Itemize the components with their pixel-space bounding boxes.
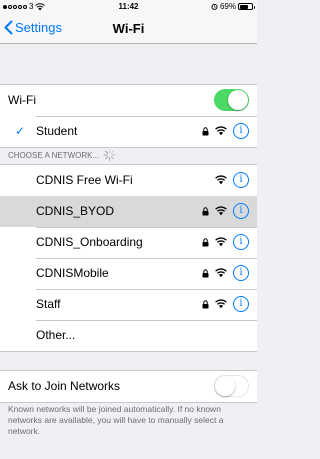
- wifi-strength-icon: [215, 237, 227, 247]
- info-icon[interactable]: i: [233, 172, 249, 188]
- current-network-name: Student: [36, 124, 78, 138]
- network-name: CDNIS Free Wi-Fi: [36, 173, 133, 187]
- info-icon[interactable]: i: [233, 296, 249, 312]
- battery-icon: [238, 3, 255, 10]
- network-name: CDNIS_BYOD: [36, 204, 115, 218]
- page-title: Wi-Fi: [112, 21, 145, 36]
- lock-icon: [202, 126, 209, 135]
- wifi-toggle-row: Wi-Fi: [0, 85, 257, 116]
- battery-area: 69%: [211, 2, 255, 11]
- wifi-toggle-label: Wi-Fi: [8, 93, 36, 107]
- other-network-label: Other...: [36, 328, 76, 342]
- lock-icon: [202, 237, 209, 246]
- info-icon[interactable]: i: [233, 265, 249, 281]
- lock-icon: [202, 299, 209, 308]
- wifi-strength-icon: [215, 268, 227, 278]
- wifi-strength-icon: [215, 299, 227, 309]
- network-row[interactable]: CDNIS_BYOD i: [0, 196, 257, 227]
- choose-network-label: CHOOSE A NETWORK...: [8, 150, 100, 160]
- network-name: CDNISMobile: [36, 266, 109, 280]
- network-name: Staff: [36, 297, 61, 311]
- status-bar: 3 11:42 69%: [0, 0, 257, 13]
- alarm-clock-icon: [211, 3, 218, 10]
- other-network-row[interactable]: Other...: [0, 320, 257, 351]
- loading-spinner-icon: [103, 149, 116, 161]
- network-row[interactable]: CDNISMobile i: [0, 258, 257, 289]
- network-name: CDNIS_Onboarding: [36, 235, 143, 249]
- wifi-settings-group: Wi-Fi ✓ Student i: [0, 84, 257, 148]
- battery-percent: 69%: [219, 2, 236, 11]
- wifi-strength-icon: [215, 206, 227, 216]
- ask-to-join-footer: Known networks will be joined automatica…: [8, 404, 224, 436]
- wifi-toggle[interactable]: [214, 89, 249, 111]
- networks-list: CDNIS Free Wi-Fi i CDNIS_BYOD i CDNIS_Onboar…: [0, 164, 257, 352]
- ask-to-join-row: Ask to Join Networks: [0, 371, 257, 402]
- checkmark-icon: ✓: [15, 124, 26, 138]
- info-icon[interactable]: i: [233, 234, 249, 250]
- navigation-bar: Settings Wi-Fi: [0, 13, 257, 44]
- lock-icon: [202, 268, 209, 277]
- info-icon[interactable]: i: [233, 203, 249, 219]
- network-row[interactable]: Staff i: [0, 289, 257, 320]
- wifi-strength-icon: [215, 175, 227, 185]
- ask-to-join-group: Ask to Join Networks: [0, 370, 257, 403]
- current-network-row[interactable]: ✓ Student i: [0, 116, 257, 147]
- choose-network-header: CHOOSE A NETWORK...: [8, 149, 116, 161]
- network-row[interactable]: CDNIS_Onboarding i: [0, 227, 257, 258]
- network-row[interactable]: CDNIS Free Wi-Fi i: [0, 165, 257, 196]
- lock-icon: [202, 206, 209, 215]
- wifi-strength-icon: [215, 126, 227, 136]
- info-icon[interactable]: i: [233, 123, 249, 139]
- ask-to-join-toggle[interactable]: [214, 375, 249, 397]
- ask-to-join-label: Ask to Join Networks: [8, 379, 121, 393]
